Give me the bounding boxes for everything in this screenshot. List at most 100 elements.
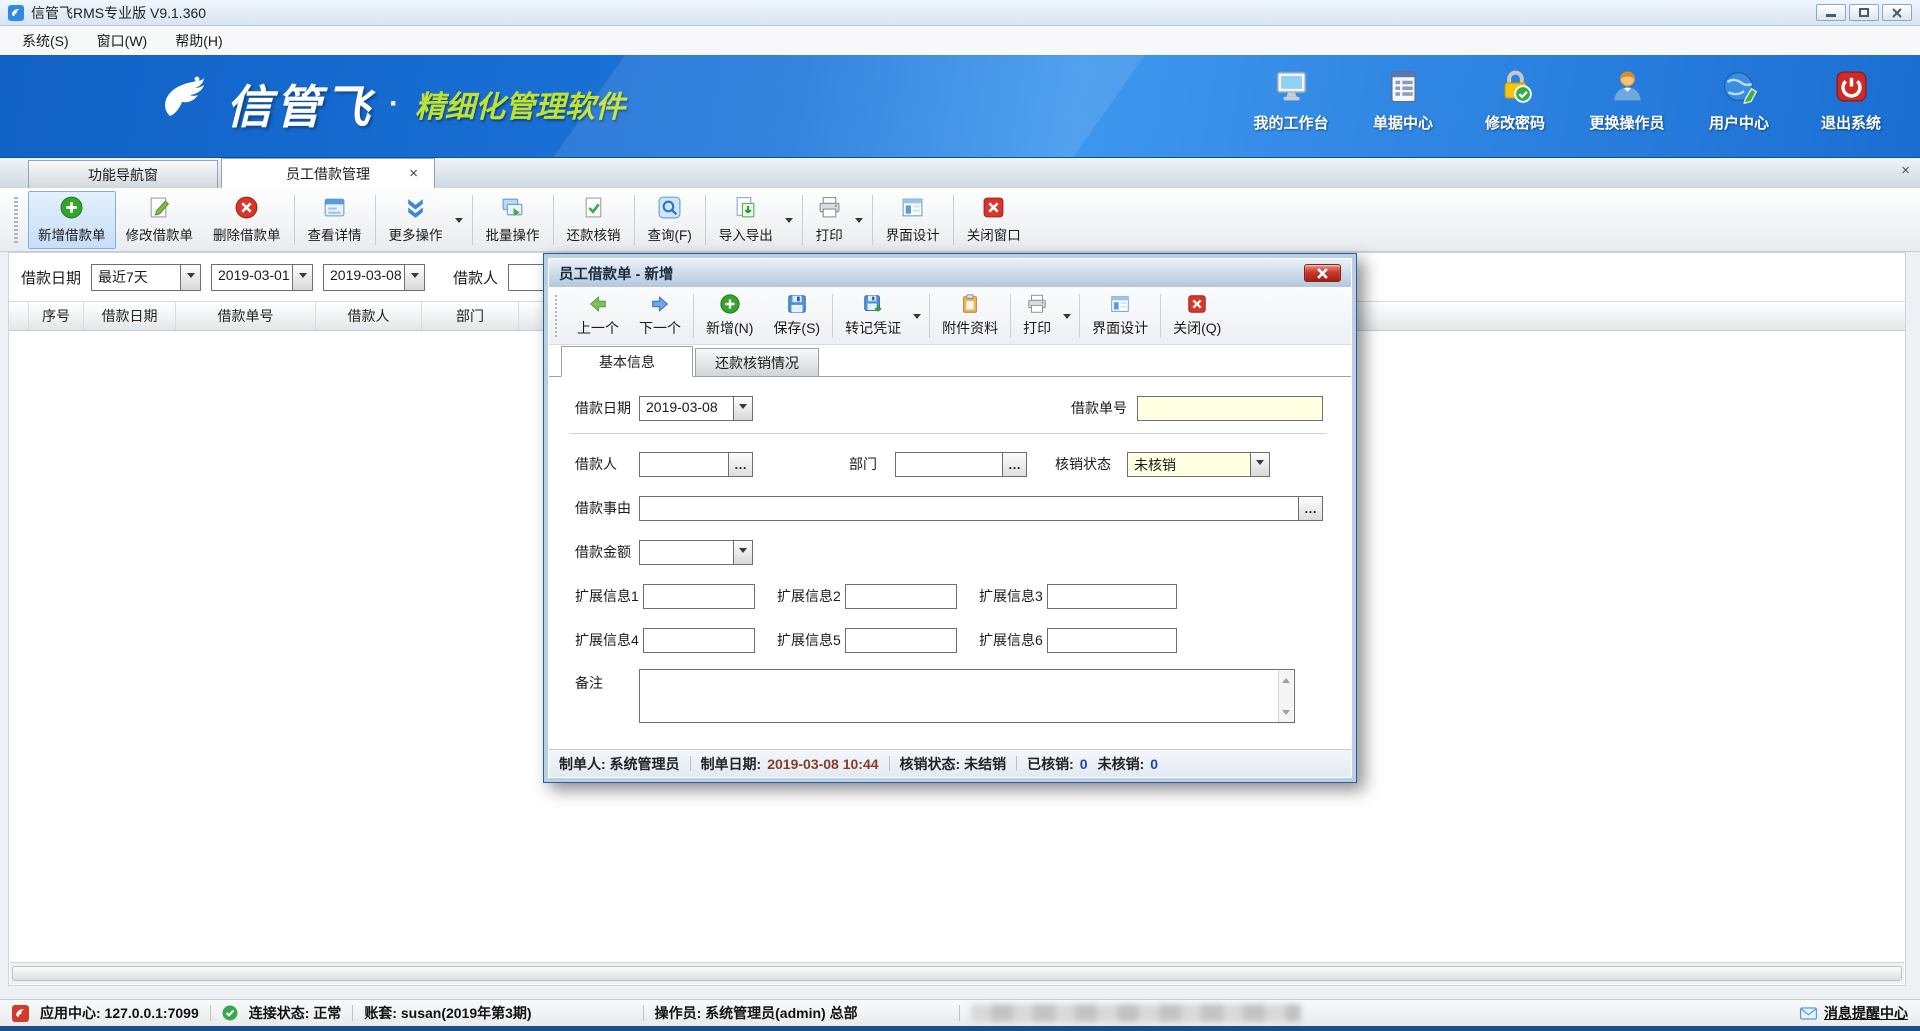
- dropdown-caret-icon[interactable]: [785, 218, 793, 227]
- combo-button[interactable]: [292, 265, 312, 290]
- toolbar-item-label: 新增(N): [706, 318, 753, 338]
- ext5-label: 扩展信息5: [777, 630, 845, 650]
- edit-loan-button[interactable]: 修改借款单: [116, 191, 204, 249]
- borrower-input[interactable]: [639, 452, 729, 477]
- make-date-value: 2019-03-08 10:44: [767, 756, 878, 772]
- add-loan-button[interactable]: 新增借款单: [28, 191, 116, 249]
- remark-scrollbar[interactable]: [1278, 671, 1293, 722]
- more-actions-button[interactable]: 更多操作: [379, 191, 469, 249]
- date-preset-select[interactable]: 最近7天: [91, 264, 201, 291]
- column-header-department[interactable]: 部门: [422, 302, 519, 330]
- scrollbar-thumb[interactable]: [12, 966, 1902, 981]
- dropdown-caret-icon[interactable]: [913, 314, 921, 323]
- tabstrip-close-icon[interactable]: ×: [1901, 162, 1910, 179]
- import-export-main[interactable]: 导入导出: [709, 191, 783, 249]
- remark-textarea[interactable]: [639, 669, 1295, 723]
- ui-design-button[interactable]: 界面设计: [876, 191, 950, 249]
- column-header-borrower[interactable]: 借款人: [316, 302, 422, 330]
- more-actions-main[interactable]: 更多操作: [379, 191, 453, 249]
- status-separator: [690, 756, 691, 771]
- shortcut-change-password[interactable]: 修改密码: [1472, 68, 1558, 133]
- combo-button[interactable]: [733, 541, 752, 564]
- dialog-add-button[interactable]: 新增(N): [696, 290, 763, 342]
- import-export-button[interactable]: 导入导出: [709, 191, 799, 249]
- tab-function-navigator[interactable]: 功能导航窗: [28, 160, 218, 188]
- message-center-link[interactable]: 消息提醒中心: [1799, 1003, 1908, 1023]
- borrower-browse-button[interactable]: …: [729, 452, 753, 477]
- column-header-seq[interactable]: 序号: [29, 302, 84, 330]
- date-from-select[interactable]: 2019-03-01: [211, 264, 313, 291]
- dropdown-caret-icon[interactable]: [455, 218, 463, 227]
- loan-date-select[interactable]: 2019-03-08: [639, 396, 753, 421]
- ext2-input[interactable]: [845, 584, 957, 609]
- delete-loan-button[interactable]: 删除借款单: [203, 191, 291, 249]
- dialog-close-button[interactable]: [1304, 264, 1341, 282]
- tab-basic-info[interactable]: 基本信息: [561, 346, 693, 377]
- combo-button[interactable]: [1250, 453, 1269, 476]
- dropdown-caret-icon[interactable]: [855, 218, 863, 227]
- dialog-ui-design-button[interactable]: 界面设计: [1082, 290, 1158, 342]
- dropdown-caret-icon[interactable]: [1063, 314, 1071, 323]
- menu-window[interactable]: 窗口(W): [85, 27, 160, 55]
- print-button[interactable]: 打印: [806, 191, 869, 249]
- toolbar-separator: [705, 195, 706, 245]
- shortcut-document-center[interactable]: 单据中心: [1360, 68, 1446, 133]
- dialog-close-toolbar-button[interactable]: 关闭(Q): [1163, 290, 1231, 342]
- loan-date-value: 2019-03-08: [640, 397, 733, 420]
- combo-button[interactable]: [733, 397, 752, 420]
- column-header-loan-date[interactable]: 借款日期: [84, 302, 176, 330]
- close-window-button[interactable]: 关闭窗口: [957, 191, 1031, 249]
- department-input[interactable]: [895, 452, 1003, 477]
- view-details-button[interactable]: 查看详情: [298, 191, 372, 249]
- combo-button[interactable]: [180, 265, 200, 290]
- status-separator: [1016, 756, 1017, 771]
- menu-help[interactable]: 帮助(H): [163, 27, 234, 55]
- query-button[interactable]: 查询(F): [638, 191, 702, 249]
- maximize-button[interactable]: [1849, 4, 1879, 21]
- loan-no-input[interactable]: [1137, 396, 1323, 421]
- shortcut-switch-operator[interactable]: 更换操作员: [1584, 68, 1670, 133]
- scroll-down-icon[interactable]: [1282, 710, 1290, 719]
- reason-browse-button[interactable]: …: [1299, 496, 1323, 521]
- print-main[interactable]: 打印: [806, 191, 853, 249]
- tab-repayment-verification[interactable]: 还款核销情况: [695, 348, 819, 376]
- tab-close-icon[interactable]: ×: [409, 165, 418, 182]
- post-voucher-button[interactable]: 转记凭证: [835, 290, 927, 342]
- repayment-verify-button[interactable]: 还款核销: [557, 191, 631, 249]
- amount-select[interactable]: [639, 540, 753, 565]
- shortcut-exit-system[interactable]: 退出系统: [1808, 68, 1894, 133]
- app-center-icon: [12, 1005, 29, 1022]
- column-header-loan-no[interactable]: 借款单号: [176, 302, 316, 330]
- ext4-input[interactable]: [643, 628, 755, 653]
- prev-record-button[interactable]: 上一个: [567, 290, 629, 342]
- amount-value: [640, 541, 733, 564]
- shortcut-user-center[interactable]: 用户中心: [1696, 68, 1782, 133]
- attachments-button[interactable]: 附件资料: [932, 290, 1008, 342]
- add-icon: [719, 293, 741, 315]
- dialog-save-button[interactable]: 保存(S): [763, 290, 830, 342]
- close-window-icon: [981, 195, 1006, 220]
- scroll-up-icon[interactable]: [1282, 674, 1290, 683]
- next-record-button[interactable]: 下一个: [629, 290, 691, 342]
- batch-actions-button[interactable]: 批量操作: [476, 191, 550, 249]
- department-browse-button[interactable]: …: [1003, 452, 1027, 477]
- close-button[interactable]: [1882, 4, 1912, 21]
- horizontal-scrollbar[interactable]: [10, 962, 1904, 984]
- post-voucher-main[interactable]: 转记凭证: [835, 290, 911, 342]
- minimize-button[interactable]: [1816, 4, 1846, 21]
- reason-input[interactable]: [639, 496, 1299, 521]
- ext6-input[interactable]: [1047, 628, 1177, 653]
- ext5-input[interactable]: [845, 628, 957, 653]
- chevron-down-icon: [739, 404, 747, 413]
- toolbar-item-label: 还款核销: [567, 224, 621, 244]
- dialog-print-button[interactable]: 打印: [1013, 290, 1077, 342]
- menu-system[interactable]: 系统(S): [10, 27, 81, 55]
- shortcut-my-workbench[interactable]: 我的工作台: [1248, 68, 1334, 133]
- verify-status-select[interactable]: 未核销: [1127, 452, 1270, 477]
- combo-button[interactable]: [404, 265, 424, 290]
- ext1-input[interactable]: [643, 584, 755, 609]
- dialog-print-main[interactable]: 打印: [1013, 290, 1061, 342]
- ext3-input[interactable]: [1047, 584, 1177, 609]
- date-to-select[interactable]: 2019-03-08: [323, 264, 425, 291]
- tab-employee-loan-management[interactable]: 员工借款管理 ×: [221, 158, 435, 188]
